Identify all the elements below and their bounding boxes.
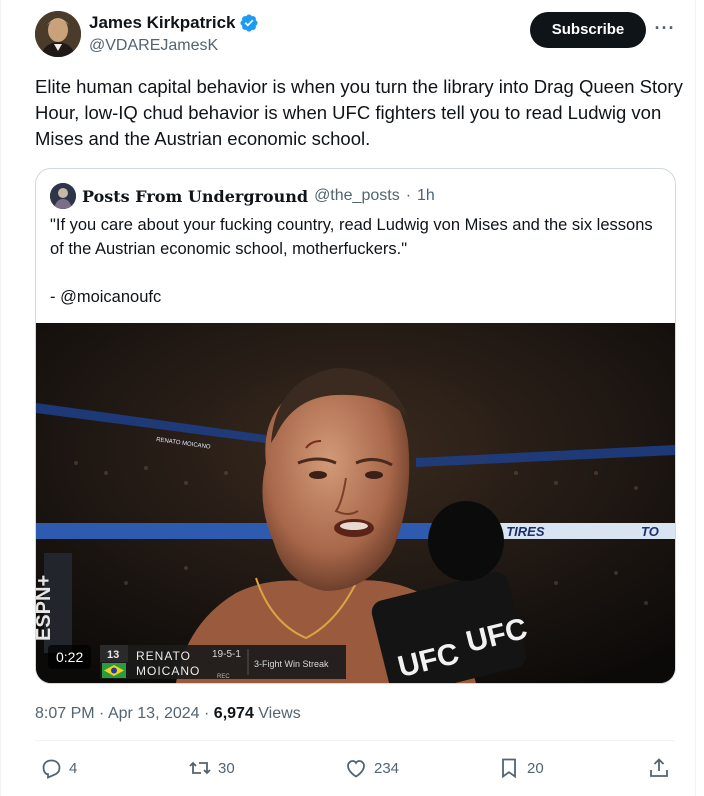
video-player[interactable]: TOYO TIRES TO RENATO MOICANO ESPN+ UFC U… [36, 323, 675, 683]
repost-button[interactable]: 30 [188, 756, 235, 780]
reply-icon [42, 759, 61, 779]
right-border [695, 0, 696, 796]
quoted-tweet-text: "If you care about your fucking country,… [50, 216, 653, 306]
share-button[interactable] [647, 756, 671, 780]
quoted-author-avatar[interactable] [50, 183, 76, 209]
tweet-time[interactable]: 8:07 PM [35, 705, 95, 722]
separator-dot: · [405, 187, 412, 204]
action-bar: 4 30 234 20 [35, 756, 675, 786]
lower-third-record-label: REC [217, 674, 230, 680]
more-horizontal-icon[interactable]: ··· [653, 19, 677, 39]
repost-icon [189, 761, 211, 775]
quoted-author-handle[interactable]: @the_posts [314, 187, 400, 205]
separator-dot: · [99, 705, 105, 722]
lower-third-record: 19-5-1 [212, 649, 241, 660]
bookmark-icon [502, 758, 516, 779]
tweet-text: Elite human capital behavior is when you… [35, 76, 683, 149]
tweet-header: James Kirkpatrick @VDAREJamesK Subscribe… [35, 11, 675, 59]
divider [35, 740, 675, 741]
tweet-meta: 8:07 PM · Apr 13, 2024 · 6,974 Views [35, 704, 301, 724]
banner-text-2: TO [641, 524, 659, 539]
reply-button[interactable]: 4 [39, 756, 77, 780]
author-name[interactable]: James Kirkpatrick [89, 13, 235, 33]
left-border [0, 0, 1, 796]
quoted-tweet-time[interactable]: 1h [417, 187, 435, 205]
reply-count: 4 [69, 759, 78, 777]
lower-third-streak: 3-Fight Win Streak [254, 659, 329, 669]
subscribe-button[interactable]: Subscribe [530, 12, 646, 48]
lower-third-rank: 13 [107, 649, 119, 661]
quoted-tweet[interactable]: Posts From Underground @the_posts · 1h "… [35, 168, 676, 684]
broadcaster-logo: ESPN+ [36, 575, 55, 641]
like-button[interactable]: 234 [344, 756, 399, 780]
bookmark-count: 20 [527, 759, 544, 777]
bookmark-button[interactable]: 20 [497, 756, 544, 780]
heart-icon [347, 760, 365, 778]
quoted-author-name[interactable]: Posts From Underground [82, 187, 308, 206]
quoted-avatar-image [50, 183, 76, 209]
author-avatar[interactable] [35, 11, 81, 57]
tweet-date[interactable]: Apr 13, 2024 [108, 705, 200, 722]
lower-third-first-name: RENATO [136, 649, 191, 663]
repost-count: 30 [218, 759, 235, 777]
video-frame: TOYO TIRES TO RENATO MOICANO ESPN+ UFC U… [36, 323, 675, 683]
portrait-image [35, 11, 81, 57]
author-handle[interactable]: @VDAREJamesK [89, 36, 218, 56]
like-count: 234 [374, 759, 400, 777]
verified-badge-icon [240, 14, 259, 32]
quoted-tweet-header: Posts From Underground @the_posts · 1h [50, 183, 435, 209]
share-icon [650, 758, 668, 777]
lower-third-last-name: MOICANO [136, 664, 200, 678]
views-label: Views [258, 705, 301, 722]
video-duration-badge: 0:22 [48, 645, 92, 669]
separator-dot: · [204, 705, 210, 722]
views-count: 6,974 [213, 705, 254, 722]
